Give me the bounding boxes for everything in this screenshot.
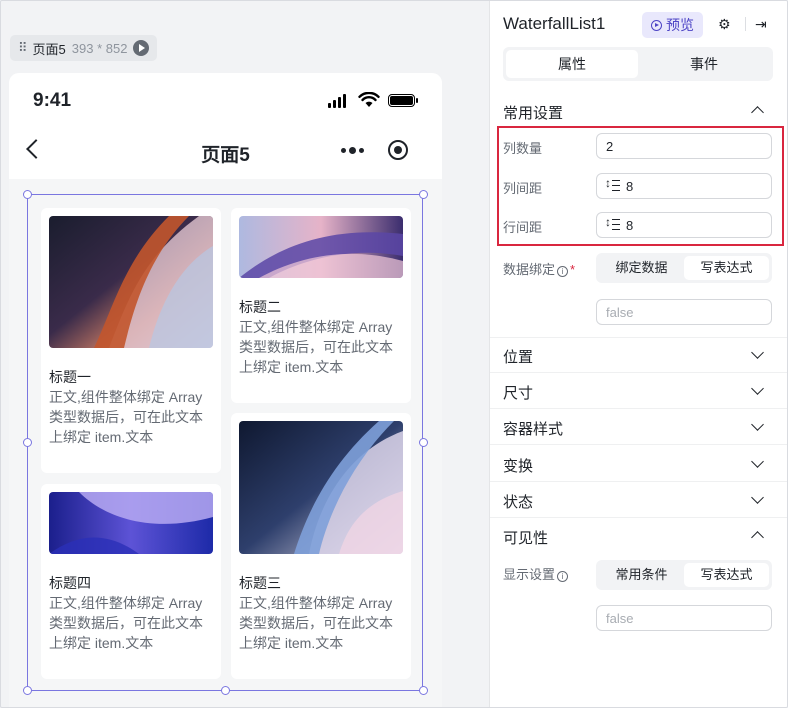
chevron-up-icon[interactable]: [751, 531, 764, 544]
required-mark: *: [570, 262, 576, 277]
nav-bar: 页面5: [9, 127, 442, 179]
section-visibility-title[interactable]: 可见性: [503, 527, 548, 548]
binding-mode-toggle: 绑定数据 写表达式: [596, 253, 772, 283]
chevron-down-icon[interactable]: [751, 382, 764, 395]
toolbar-divider: [745, 17, 746, 31]
chevron-up-icon[interactable]: [751, 106, 764, 119]
tab-properties[interactable]: 属性: [506, 50, 638, 78]
resize-handle[interactable]: [221, 686, 230, 695]
page-chip[interactable]: ⠿ 页面5 393 * 852: [10, 35, 158, 61]
bind-data-option[interactable]: 绑定数据: [599, 256, 684, 280]
collapse-panel-icon[interactable]: ⇥: [755, 16, 767, 33]
panel-tabs: 属性 事件: [503, 47, 773, 81]
line-spacing-icon: [605, 176, 620, 192]
chevron-down-icon[interactable]: [751, 491, 764, 504]
phone-canvas: 9:41 页面5 标题一 正文,组件整体绑定 Array 类型数据后，可在此文本…: [9, 73, 442, 707]
divider: [490, 517, 787, 518]
visibility-expression-input[interactable]: false: [596, 605, 772, 631]
columns-input[interactable]: 2: [596, 133, 772, 159]
divider: [490, 372, 787, 373]
resize-handle[interactable]: [419, 686, 428, 695]
section-state-title[interactable]: 状态: [503, 491, 533, 512]
divider: [490, 481, 787, 482]
binding-expression-input[interactable]: false: [596, 299, 772, 325]
info-icon[interactable]: i: [557, 266, 569, 277]
write-expression-option[interactable]: 写表达式: [684, 256, 769, 280]
play-circle-icon: [651, 19, 662, 31]
columns-label: 列数量: [503, 141, 543, 156]
wifi-icon: [358, 92, 380, 107]
chevron-down-icon[interactable]: [751, 455, 764, 468]
settings-icon[interactable]: ⚙: [718, 16, 731, 33]
tab-events[interactable]: 事件: [638, 50, 770, 78]
play-icon[interactable]: [133, 40, 150, 56]
resize-handle[interactable]: [23, 438, 32, 447]
chevron-down-icon[interactable]: [751, 346, 764, 359]
status-time: 9:41: [33, 90, 72, 111]
close-target-icon[interactable]: [375, 140, 420, 160]
section-common-title[interactable]: 常用设置: [503, 102, 563, 123]
column-gap-input[interactable]: 8: [596, 173, 772, 199]
resize-handle[interactable]: [23, 190, 32, 199]
preview-button[interactable]: 预览: [642, 12, 703, 38]
component-name: WaterfallList1: [503, 14, 606, 33]
resize-handle[interactable]: [419, 190, 428, 199]
signal-icon: [328, 94, 346, 108]
section-container-style-title[interactable]: 容器样式: [503, 418, 563, 439]
divider: [490, 408, 787, 409]
common-condition-option[interactable]: 常用条件: [599, 563, 684, 587]
divider: [490, 337, 787, 338]
row-gap-input[interactable]: 8: [596, 212, 772, 238]
visibility-mode-toggle: 常用条件 写表达式: [596, 560, 772, 590]
more-icon[interactable]: [330, 146, 375, 154]
section-position-title[interactable]: 位置: [503, 346, 533, 367]
divider: [490, 444, 787, 445]
preview-label: 预览: [666, 17, 694, 33]
column-gap-label: 列间距: [503, 181, 543, 196]
chevron-down-icon[interactable]: [751, 418, 764, 431]
section-transform-title[interactable]: 变换: [503, 455, 533, 476]
display-setting-label: 显示设置 i: [503, 564, 569, 583]
component-selection-frame[interactable]: [27, 194, 423, 691]
app-window: ⠿ 页面5 393 * 852 9:41 页面5 标题一 正文,组件整体绑定 A…: [0, 0, 788, 708]
row-gap-label: 行间距: [503, 220, 543, 235]
resize-handle[interactable]: [23, 686, 32, 695]
page-name: 页面5: [32, 41, 66, 57]
resize-handle[interactable]: [419, 438, 428, 447]
section-size-title[interactable]: 尺寸: [503, 382, 533, 403]
write-expression-option[interactable]: 写表达式: [684, 563, 769, 587]
battery-icon: [388, 94, 418, 107]
line-spacing-icon: [605, 215, 620, 231]
page-size: 393 * 852: [71, 40, 128, 56]
mini-program-capsule: [330, 133, 420, 167]
info-icon[interactable]: i: [557, 571, 569, 582]
status-bar: 9:41: [9, 73, 442, 127]
drag-handle-icon[interactable]: ⠿: [18, 40, 27, 56]
data-binding-label: 数据绑定 i *: [503, 262, 576, 277]
property-panel: WaterfallList1 预览 ⚙ ⇥ 属性 事件 常用设置 列数量 2 列…: [489, 1, 787, 707]
